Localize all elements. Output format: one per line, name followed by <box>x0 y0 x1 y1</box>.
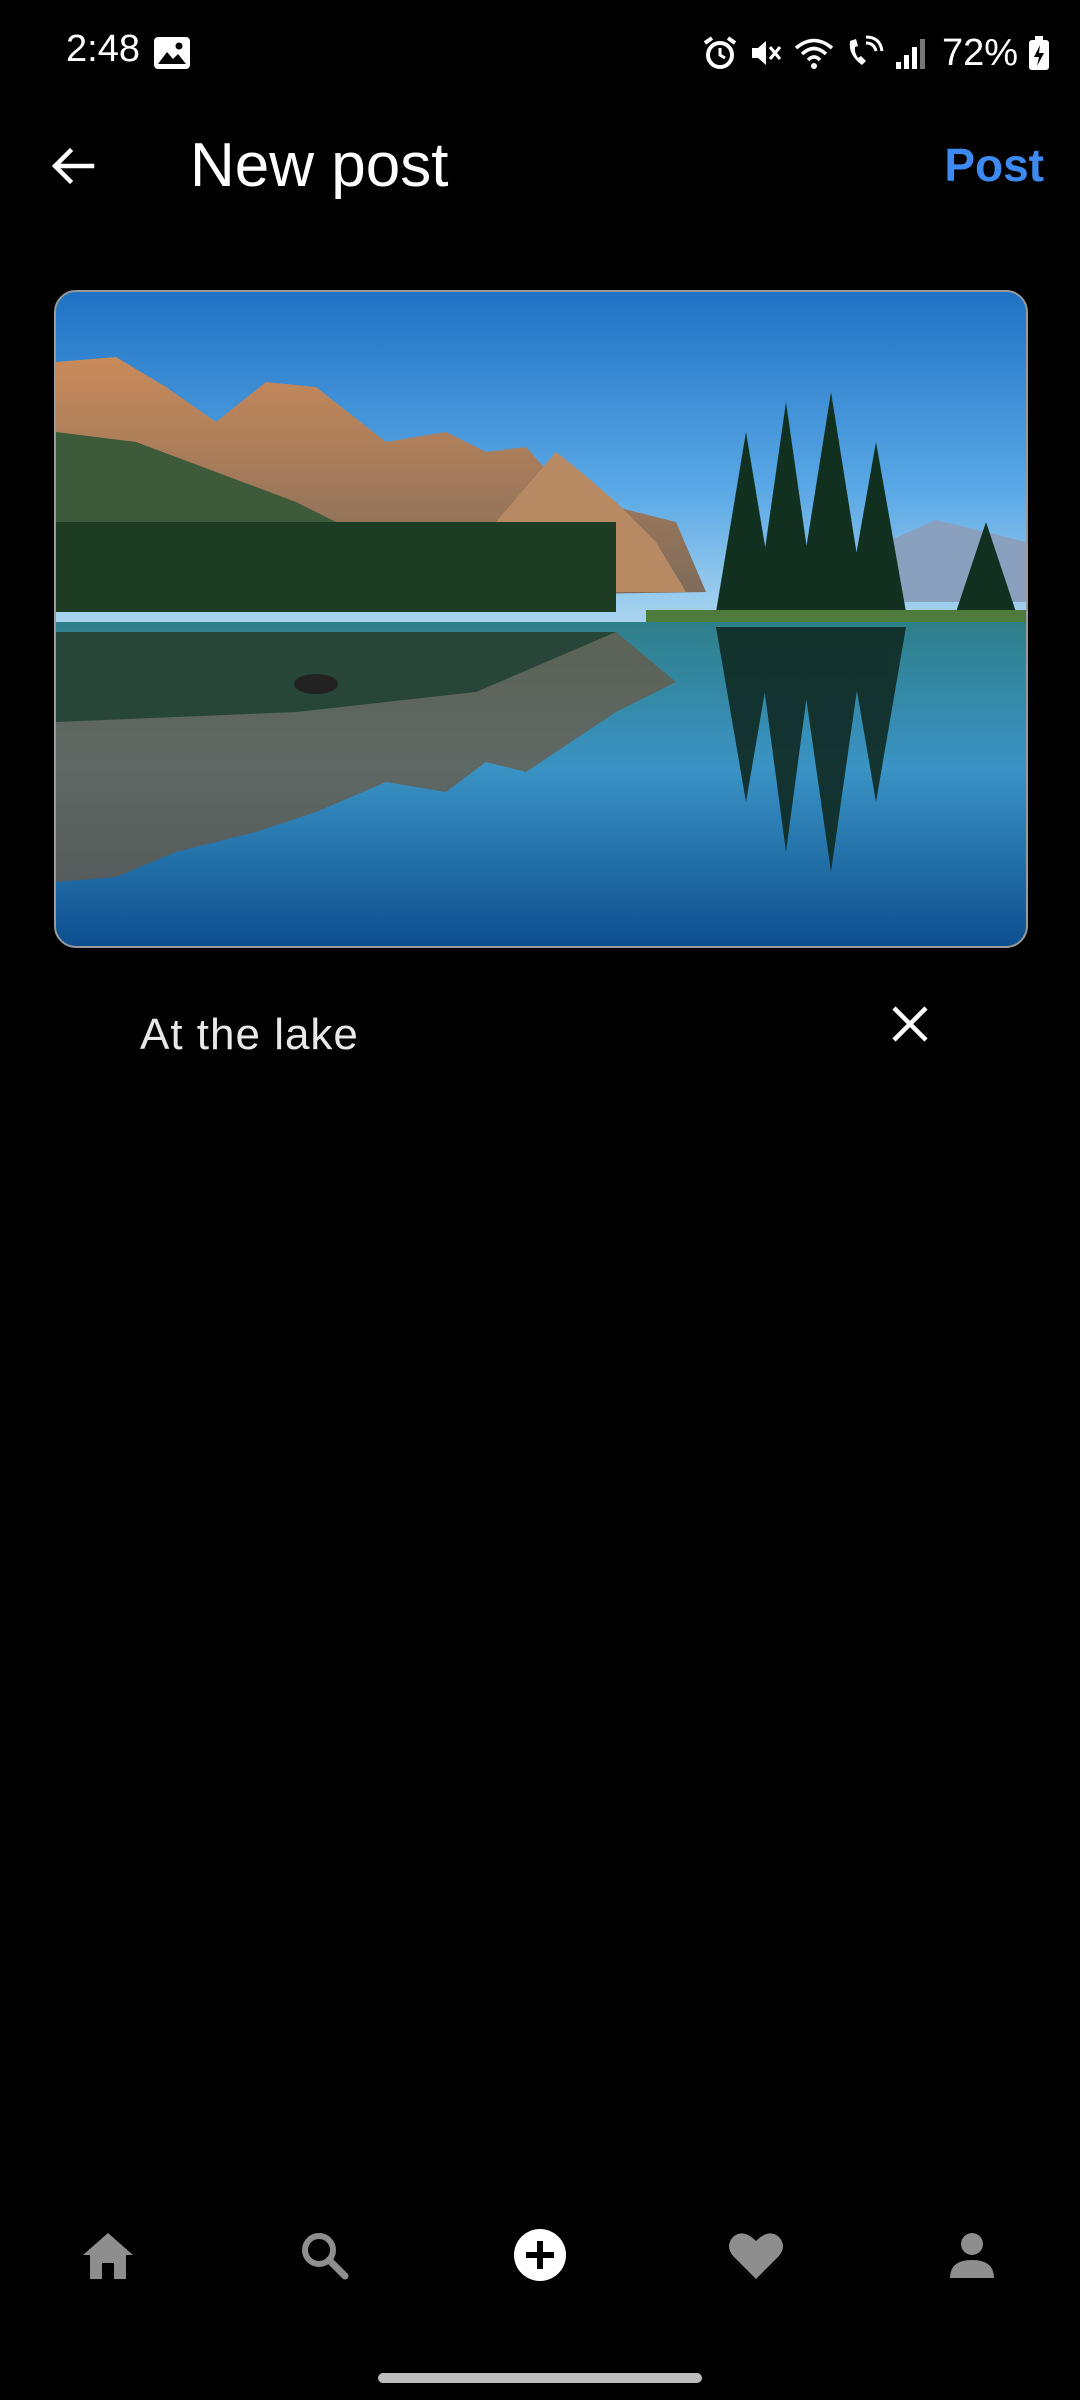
status-bar: 2:48 72% <box>0 0 1080 110</box>
home-icon <box>83 2233 133 2279</box>
mute-icon <box>751 41 782 65</box>
page-title: New post <box>190 131 449 200</box>
status-time: 2:48 <box>66 28 140 70</box>
home-indicator[interactable] <box>378 2373 702 2383</box>
battery-charging-icon <box>1029 36 1049 70</box>
app-bar: New post Post <box>0 110 1080 220</box>
caption-text[interactable]: At the lake <box>140 1010 359 1060</box>
wifi-call-icon <box>849 35 884 65</box>
nav-activity[interactable] <box>648 2190 864 2320</box>
nav-search[interactable] <box>216 2190 432 2320</box>
add-circle-icon <box>514 2229 566 2281</box>
nav-profile[interactable] <box>864 2190 1080 2320</box>
gallery-icon <box>153 36 191 70</box>
wifi-icon <box>794 38 834 69</box>
post-photo[interactable] <box>54 290 1028 948</box>
post-button[interactable]: Post <box>944 138 1044 192</box>
arrow-back-icon <box>51 147 95 185</box>
nav-add-post[interactable] <box>432 2190 648 2320</box>
profile-icon <box>950 2233 994 2278</box>
search-icon <box>302 2233 349 2280</box>
back-button[interactable] <box>40 134 104 198</box>
signal-icon <box>895 39 925 69</box>
heart-icon <box>729 2233 783 2279</box>
clear-caption-button[interactable] <box>870 990 950 1058</box>
nav-home[interactable] <box>0 2190 216 2320</box>
status-icons: 72% <box>702 28 1050 78</box>
bottom-nav <box>0 2190 1080 2320</box>
close-icon <box>892 1006 928 1042</box>
alarm-icon <box>703 36 737 69</box>
battery-percent: 72% <box>941 31 1018 74</box>
